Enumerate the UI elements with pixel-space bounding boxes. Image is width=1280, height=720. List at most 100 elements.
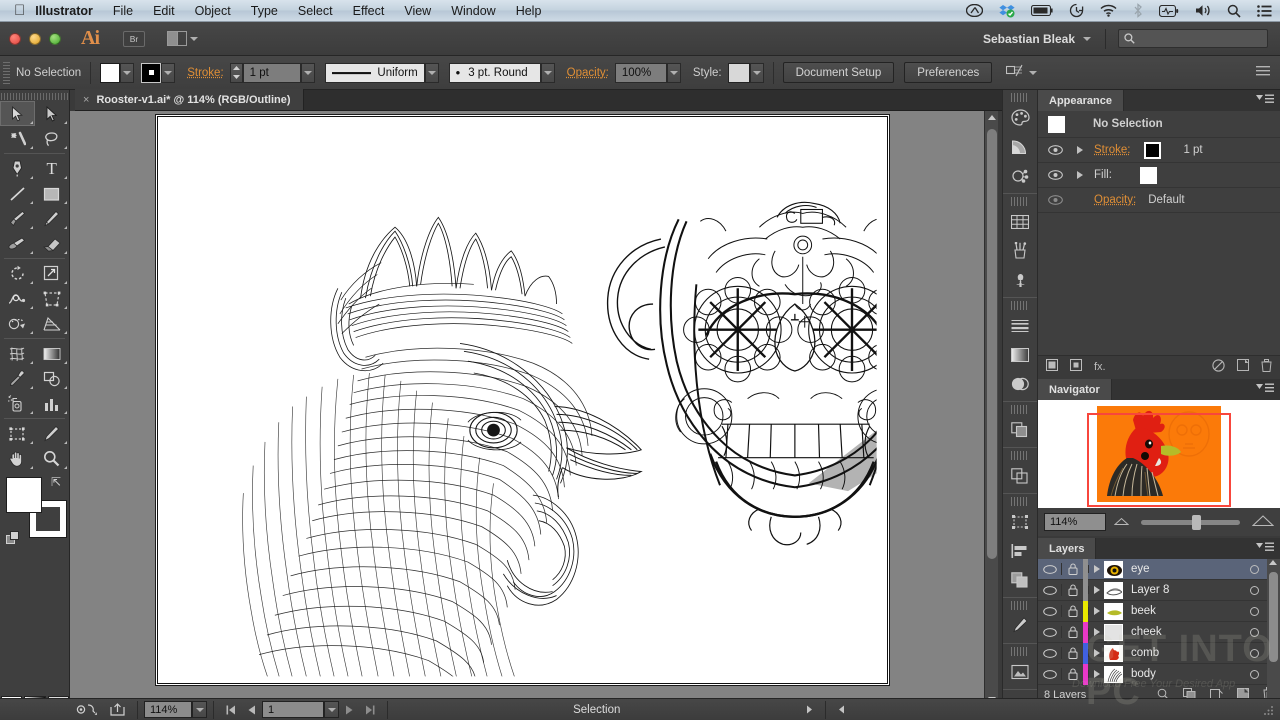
share-on-behance-icon[interactable] (104, 703, 131, 716)
fill-swatch-dropdown[interactable] (120, 63, 134, 83)
pen-tool[interactable] (0, 156, 35, 181)
expand-triangle-icon-3[interactable] (1088, 607, 1104, 615)
tab-layers[interactable]: Layers (1038, 538, 1096, 559)
appearance-opacity-value[interactable]: Default (1148, 194, 1184, 206)
opacity-value[interactable]: 100% (615, 63, 667, 83)
layer-name-3[interactable]: beek (1131, 605, 1241, 617)
status-scroll-left-icon[interactable] (832, 705, 851, 714)
first-artboard-icon[interactable] (220, 705, 242, 715)
wifi-icon[interactable] (1092, 4, 1125, 17)
target-circle-icon-3[interactable] (1241, 607, 1267, 616)
stroke-weight-dropdown[interactable] (301, 63, 315, 83)
menu-object[interactable]: Object (185, 4, 241, 18)
zoom-in-icon[interactable] (1252, 515, 1274, 529)
artboards-panel-icon[interactable] (1003, 507, 1037, 536)
visibility-icon-3[interactable] (1038, 607, 1061, 616)
lasso-tool[interactable] (35, 126, 70, 151)
visibility-icon-5[interactable] (1038, 649, 1061, 658)
navigator-zoom-slider[interactable] (1141, 520, 1240, 525)
opacity-dropdown[interactable] (667, 63, 681, 83)
cursor-coordinates-icon[interactable] (70, 703, 104, 716)
brush-definition-dropdown[interactable] (541, 63, 555, 83)
visibility-icon[interactable] (1038, 565, 1061, 574)
appearance-fill-swatch[interactable] (1140, 167, 1157, 184)
layer-row-beek[interactable]: beek (1038, 601, 1267, 622)
appearance-stroke-swatch[interactable] (1144, 142, 1161, 159)
stroke-swatch-dropdown[interactable] (161, 63, 175, 83)
battery-icon[interactable] (1023, 5, 1061, 16)
preferences-button[interactable]: Preferences (904, 62, 992, 83)
fill-indicator-swatch[interactable] (6, 477, 42, 513)
transparency-panel-icon[interactable] (1003, 369, 1037, 398)
scroll-up-arrow-icon[interactable] (988, 115, 996, 120)
line-segment-tool[interactable] (0, 181, 35, 206)
pencil-tool[interactable] (35, 206, 70, 231)
duplicate-item-icon[interactable] (1237, 359, 1249, 374)
align-options-chevron-icon[interactable] (1029, 71, 1037, 75)
layers-scroll-thumb[interactable] (1269, 572, 1278, 662)
stroke-weight-value[interactable]: 1 pt (243, 63, 301, 83)
target-circle-icon[interactable] (1241, 565, 1267, 574)
free-transform-tool[interactable] (35, 286, 70, 311)
lock-icon-5[interactable] (1061, 647, 1083, 659)
dock-group-grip-5[interactable] (1011, 451, 1029, 460)
mesh-tool[interactable] (0, 341, 35, 366)
add-effect-icon[interactable]: fx. (1094, 361, 1106, 373)
visibility-icon-6[interactable] (1038, 670, 1061, 679)
lock-icon-3[interactable] (1061, 605, 1083, 617)
magic-wand-tool[interactable] (0, 126, 35, 151)
appearance-target-row[interactable]: No Selection (1038, 111, 1280, 138)
dock-group-grip-3[interactable] (1011, 301, 1029, 310)
layer-name-2[interactable]: Layer 8 (1131, 584, 1241, 596)
spotlight-search-icon[interactable] (1219, 4, 1249, 18)
perspective-grid-tool[interactable] (35, 311, 70, 336)
layer-row-body[interactable]: body (1038, 664, 1267, 685)
control-bar-overflow-icon[interactable] (1256, 65, 1270, 80)
layer-row-layer-8[interactable]: Layer 8 (1038, 580, 1267, 601)
dock-group-grip[interactable] (1011, 93, 1029, 102)
close-tab-icon[interactable]: × (83, 94, 89, 106)
swatches-panel-icon[interactable] (1003, 207, 1037, 236)
gradient-panel-icon[interactable] (1003, 340, 1037, 369)
links-panel-icon[interactable] (1003, 657, 1037, 686)
target-circle-icon-6[interactable] (1241, 670, 1267, 679)
document-tab[interactable]: × Rooster-v1.ai* @ 114% (RGB/Outline) (75, 89, 304, 110)
layer-name-6[interactable]: body (1131, 668, 1241, 680)
layer-row-cheek[interactable]: cheek (1038, 622, 1267, 643)
width-tool[interactable] (0, 286, 35, 311)
expand-triangle-icon-fill[interactable] (1074, 171, 1086, 179)
volume-icon[interactable] (1187, 4, 1219, 17)
opacity-label[interactable]: Opacity: (567, 67, 609, 79)
artboard-viewport[interactable] (70, 111, 984, 706)
canvas-area[interactable] (70, 111, 998, 720)
expand-triangle-icon[interactable] (1088, 565, 1104, 573)
navigator-zoom-field[interactable]: 114% (1044, 513, 1106, 531)
navigator-panel-menu-icon[interactable] (1256, 383, 1274, 394)
minimize-window-button[interactable] (29, 33, 41, 45)
target-circle-icon-5[interactable] (1241, 649, 1267, 658)
stroke-weight-label[interactable]: Stroke: (187, 67, 223, 79)
layers-panel-menu-icon[interactable] (1256, 542, 1274, 553)
selection-tool[interactable] (0, 101, 35, 126)
zoom-tool[interactable] (35, 446, 70, 471)
symbols-panel-icon[interactable] (1003, 161, 1037, 190)
graphic-style-swatch[interactable] (728, 63, 750, 83)
expand-triangle-icon-2[interactable] (1088, 586, 1104, 594)
default-fill-stroke-icon[interactable] (6, 531, 20, 545)
align-to-pixel-icon[interactable] (1006, 64, 1023, 81)
stroke-profile-dropdown[interactable] (425, 63, 439, 83)
gradient-tool[interactable] (35, 341, 70, 366)
apple-icon[interactable]:  (14, 4, 25, 18)
fill-color-swatch[interactable] (100, 63, 120, 83)
zoom-slider-knob[interactable] (1192, 515, 1201, 530)
appearance-fill-row[interactable]: Fill: (1038, 163, 1280, 188)
navigator-thumbnail-area[interactable] (1038, 400, 1280, 508)
tab-navigator[interactable]: Navigator (1038, 379, 1112, 400)
zoom-level-field[interactable]: 114% (144, 701, 192, 718)
expand-triangle-icon-6[interactable] (1088, 670, 1104, 678)
direct-selection-tool[interactable] (35, 101, 70, 126)
appearance-stroke-label[interactable]: Stroke: (1094, 144, 1130, 156)
creative-cloud-icon[interactable] (958, 4, 991, 17)
lock-icon-2[interactable] (1061, 584, 1083, 596)
slice-tool[interactable] (35, 421, 70, 446)
